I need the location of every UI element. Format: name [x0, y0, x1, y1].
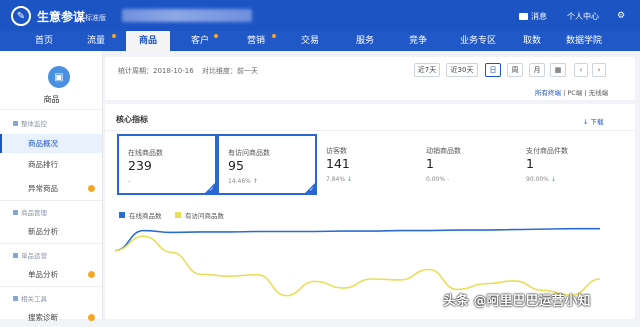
section-icon — [13, 252, 18, 258]
filter-bar: 统计周期：2018-10-16 对比维度：前一天 近7天 近30天 日 周 月 … — [105, 57, 635, 100]
nav-item-competition[interactable]: 竞争 — [398, 31, 438, 51]
sidebar-item-label: 搜索诊断 — [28, 313, 58, 322]
sidebar-item-label: 商品排行 — [28, 160, 58, 169]
message-link[interactable]: 消息 — [519, 11, 547, 22]
last-30-days-button[interactable]: 近30天 — [446, 63, 478, 77]
gear-icon[interactable]: ⚙ — [617, 11, 625, 21]
nav-item-data-fetch[interactable]: 取数 — [512, 31, 552, 51]
section-icon — [13, 209, 18, 215]
main-nav: 首页 流量 商品 客户 营销 交易 服务 竞争 业务专区 取数 数据学院 — [0, 31, 640, 51]
nav-item-service[interactable]: 服务 — [345, 31, 385, 51]
nav-label: 客户 — [190, 36, 209, 46]
nav-label: 流量 — [86, 36, 105, 46]
sidebar-item-new-product-analysis[interactable]: 新品分析 — [0, 222, 102, 241]
message-label: 消息 — [531, 12, 547, 21]
notice-dot — [88, 314, 95, 321]
nav-item-customer[interactable]: 客户 — [182, 31, 218, 51]
logo-icon[interactable]: ✎ — [11, 6, 31, 26]
series-line-online-products — [114, 227, 600, 252]
terminal-separator: | — [563, 89, 566, 97]
section-label: 整体监控 — [21, 120, 47, 128]
day-button[interactable]: 日 — [485, 63, 501, 77]
sidebar-section-overall-monitor[interactable]: 整体监控 — [13, 118, 47, 128]
section-label: 单品运营 — [21, 252, 47, 260]
nav-label: 服务 — [355, 36, 374, 46]
nav-label: 首页 — [34, 36, 53, 46]
sidebar-item-label: 异常商品 — [28, 184, 58, 193]
section-icon — [13, 295, 18, 301]
core-metrics-panel: 核心指标 ↓ 下载 在线商品数 239 - ✓ 有访问商品数 95 14.46%… — [105, 104, 635, 319]
terminal-wireless[interactable]: 无线端 — [589, 89, 609, 97]
terminal-all[interactable]: 所有终端 — [535, 89, 561, 97]
envelope-icon — [519, 13, 528, 20]
divider — [0, 243, 102, 244]
sidebar-item-label: 单品分析 — [28, 270, 58, 279]
sidebar-section-single-product-ops[interactable]: 单品运营 — [13, 250, 47, 260]
nav-label: 营销 — [246, 36, 265, 46]
nav-item-marketing[interactable]: 营销 — [236, 31, 276, 51]
divider — [0, 109, 102, 110]
sidebar-item-search-diagnosis[interactable]: 搜索诊断 — [0, 308, 102, 327]
sidebar-item-product-ranking[interactable]: 商品排行 — [0, 155, 102, 174]
app-title: 生意参谋 — [37, 10, 86, 24]
sidebar-item-single-product-analysis[interactable]: 单品分析 — [0, 265, 102, 284]
sidebar-item-label: 新品分析 — [28, 227, 58, 236]
user-center-link[interactable]: 个人中心 — [567, 11, 599, 22]
terminal-pc[interactable]: PC端 — [567, 89, 582, 97]
divider — [0, 200, 102, 201]
prev-button[interactable]: ‹ — [574, 63, 588, 77]
last-7-days-button[interactable]: 近7天 — [414, 63, 440, 77]
section-label: 商品管理 — [21, 209, 47, 217]
sidebar-item-product-overview[interactable]: 商品概况 — [0, 134, 102, 153]
calendar-button[interactable]: ▦ — [550, 63, 566, 77]
nav-label: 业务专区 — [459, 36, 496, 46]
notice-dot — [88, 185, 95, 192]
section-icon — [13, 120, 18, 126]
app-edition: 标准版 — [85, 14, 106, 22]
trend-chart — [114, 227, 601, 297]
nav-item-product[interactable]: 商品 — [126, 31, 170, 51]
chevron-right-icon: › — [597, 66, 601, 74]
watermark: 头条 @阿里巴巴运营小知 — [443, 294, 591, 309]
sidebar-title: 商品 — [43, 95, 60, 104]
nav-label: 数据学院 — [565, 36, 602, 46]
next-button[interactable]: › — [592, 63, 606, 77]
notice-dot — [214, 34, 218, 38]
compare-text: 对比维度：前一天 — [202, 67, 258, 75]
product-module-icon: ▣ — [48, 66, 70, 88]
top-bar: ✎ 生意参谋 标准版 消息 个人中心 ⚙ — [0, 0, 640, 31]
month-button[interactable]: 月 — [529, 63, 545, 77]
nav-item-home[interactable]: 首页 — [24, 31, 64, 51]
terminal-separator: | — [584, 89, 587, 97]
divider — [0, 286, 102, 287]
terminal-switch: 所有终端 | PC端 | 无线端 — [535, 87, 608, 97]
sidebar-section-related-tools[interactable]: 相关工具 — [13, 293, 47, 303]
series-line-visited-products — [114, 235, 601, 297]
nav-label: 交易 — [300, 36, 319, 46]
chevron-left-icon: ‹ — [579, 66, 583, 74]
shop-name-blurred — [122, 9, 252, 22]
sidebar: ▣ 商品 整体监控 商品概况 商品排行 异常商品 商品管理 新品分析 单品运营 … — [0, 51, 103, 322]
nav-label: 竞争 — [408, 36, 427, 46]
nav-item-traffic[interactable]: 流量 — [76, 31, 116, 51]
section-label: 相关工具 — [21, 295, 47, 303]
sidebar-section-product-management[interactable]: 商品管理 — [13, 207, 47, 217]
nav-item-business-zone[interactable]: 业务专区 — [450, 31, 506, 51]
sidebar-item-abnormal-product[interactable]: 异常商品 — [0, 179, 102, 198]
nav-item-data-academy[interactable]: 数据学院 — [556, 31, 612, 51]
sidebar-item-label: 商品概况 — [28, 139, 58, 148]
period-text: 统计周期：2018-10-16 — [118, 67, 194, 75]
calendar-icon: ▦ — [554, 66, 562, 74]
notice-dot — [112, 34, 116, 38]
nav-label: 取数 — [522, 36, 541, 46]
notice-dot — [88, 271, 95, 278]
notice-dot — [272, 34, 276, 38]
nav-label: 商品 — [138, 36, 157, 46]
week-button[interactable]: 周 — [507, 63, 523, 77]
nav-item-trade[interactable]: 交易 — [290, 31, 330, 51]
